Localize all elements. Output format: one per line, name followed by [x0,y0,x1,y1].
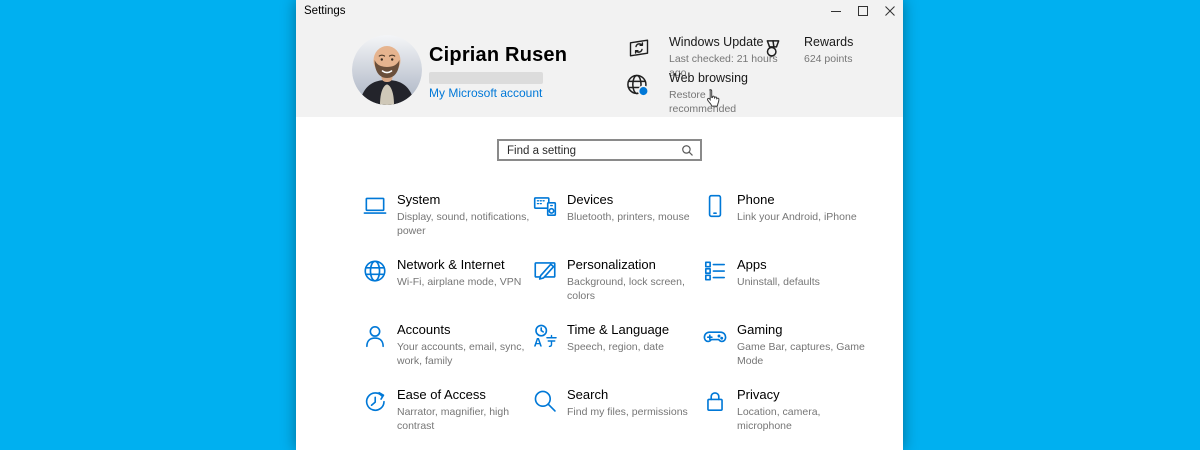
gaming-controller-icon [703,331,727,343]
category-title: Time & Language [567,322,670,337]
category-title: Search [567,387,609,402]
category-tile-phone[interactable]: Phone Link your Android, iPhone [702,192,872,257]
category-subtitle: Wi-Fi, airplane mode, VPN [397,276,522,288]
category-tile-apps[interactable]: Apps Uninstall, defaults [702,257,872,322]
category-subtitle: Find my files, permissions [567,406,688,418]
header: Settings Ciprian Rusen My Microsoft acco… [296,0,903,117]
category-text: Personalization Background, lock screen,… [567,257,705,303]
category-grid: System Display, sound, notifications, po… [362,192,874,450]
category-subtitle: Location, camera, microphone [737,406,821,432]
web-browsing-globe-icon [627,74,649,97]
category-title: Apps [737,257,767,272]
settings-window: Settings Ciprian Rusen My Microsoft acco… [296,0,903,450]
quick-action-web-browsing[interactable]: Web browsing Restore recommended [625,70,753,116]
category-text: System Display, sound, notifications, po… [397,192,535,238]
window-controls [822,0,903,22]
close-icon [884,6,895,16]
personalization-icon [534,262,556,280]
search-box [497,139,702,161]
minimize-icon [830,11,841,12]
svg-text:A: A [534,335,543,349]
quick-action-title: Rewards [804,35,854,49]
category-title: Phone [737,192,775,207]
accounts-person-icon [366,325,384,348]
category-tile-ease-of-access[interactable]: Ease of Access Narrator, magnifier, high… [362,387,532,450]
windows-update-icon [629,39,649,57]
microsoft-account-link[interactable]: My Microsoft account [429,86,542,100]
search-category-icon [534,390,556,412]
category-title: Ease of Access [397,387,486,402]
category-subtitle: Game Bar, captures, Game Mode [737,341,865,367]
category-text: Ease of Access Narrator, magnifier, high… [397,387,535,433]
category-title: Accounts [397,322,451,337]
maximize-button[interactable] [849,0,876,22]
user-name: Ciprian Rusen [429,44,568,66]
quick-action-subtitle: 624 points [804,53,853,65]
category-tile-time-language[interactable]: A Time & Language Speech, region, date [532,322,702,387]
category-tile-system[interactable]: System Display, sound, notifications, po… [362,192,532,257]
category-text: Search Find my files, permissions [567,387,705,419]
minimize-button[interactable] [822,0,849,22]
search-icon [682,145,693,156]
category-tile-devices[interactable]: Devices Bluetooth, printers, mouse [532,192,702,257]
quick-action-rewards[interactable]: Rewards 624 points [760,34,904,66]
quick-action-text: Rewards 624 points [804,34,904,66]
category-text: Devices Bluetooth, printers, mouse [567,192,705,224]
avatar-image [352,35,422,105]
blurred-email [429,72,543,84]
maximize-icon [857,6,868,16]
rewards-medal-icon [766,40,780,57]
time-language-icon: A [534,324,557,349]
category-subtitle: Link your Android, iPhone [737,211,857,223]
category-tile-gaming[interactable]: Gaming Game Bar, captures, Game Mode [702,322,872,387]
category-subtitle: Bluetooth, printers, mouse [567,211,690,223]
category-text: Accounts Your accounts, email, sync, wor… [397,322,535,368]
category-title: System [397,192,441,207]
category-subtitle: Uninstall, defaults [737,276,820,288]
category-tile-network[interactable]: Network & Internet Wi-Fi, airplane mode,… [362,257,532,322]
category-subtitle: Display, sound, notifications, power [397,211,530,237]
close-button[interactable] [876,0,903,22]
category-title: Personalization [567,257,656,272]
category-subtitle: Your accounts, email, sync, work, family [397,341,525,367]
phone-icon [708,194,722,218]
avatar [352,35,422,105]
category-text: Privacy Location, camera, microphone [737,387,875,433]
category-text: Gaming Game Bar, captures, Game Mode [737,322,875,368]
cursor-pointer-icon [707,89,720,107]
category-text: Apps Uninstall, defaults [737,257,875,289]
quick-action-title: Web browsing [669,71,748,85]
category-text: Time & Language Speech, region, date [567,322,705,354]
apps-icon [704,261,726,281]
category-title: Gaming [737,322,783,337]
desktop: { "colors": { "accent": "#0078d7", "desk… [0,0,1200,450]
category-tile-search[interactable]: Search Find my files, permissions [532,387,702,450]
category-tile-accounts[interactable]: Accounts Your accounts, email, sync, wor… [362,322,532,387]
category-subtitle: Background, lock screen, colors [567,276,685,302]
category-text: Network & Internet Wi-Fi, airplane mode,… [397,257,535,289]
window-title: Settings [304,5,346,17]
category-subtitle: Speech, region, date [567,341,664,353]
category-title: Devices [567,192,614,207]
category-subtitle: Narrator, magnifier, high contrast [397,406,510,432]
ease-of-access-icon [365,391,385,411]
network-globe-icon [364,260,386,282]
category-title: Privacy [737,387,780,402]
category-text: Phone Link your Android, iPhone [737,192,875,224]
privacy-lock-icon [707,392,723,412]
system-icon [363,197,387,214]
devices-icon [533,197,557,217]
category-title: Network & Internet [397,257,505,272]
category-tile-privacy[interactable]: Privacy Location, camera, microphone [702,387,872,450]
category-tile-personalization[interactable]: Personalization Background, lock screen,… [532,257,702,322]
search-input[interactable] [499,142,700,160]
